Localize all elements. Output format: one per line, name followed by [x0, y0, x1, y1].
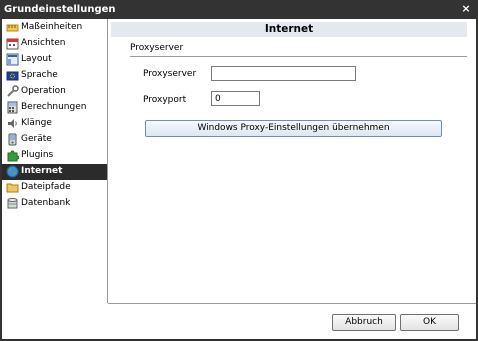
proxyserver-input[interactable]	[211, 66, 356, 81]
sidebar-item-sprache[interactable]: Sprache	[2, 68, 107, 84]
panel-title: Internet	[264, 23, 314, 35]
sidebar-item-label: Berechnungen	[21, 102, 87, 112]
sidebar-item-berechnungen[interactable]: Berechnungen	[2, 100, 107, 116]
section-title: Proxyserver	[130, 43, 184, 53]
folder-icon	[6, 183, 19, 193]
sidebar-item-label: Maßeinheiten	[21, 22, 83, 32]
category-sidebar: Maßeinheiten Ansichten Layout Sprache Op…	[2, 19, 108, 303]
proxyport-input[interactable]	[211, 91, 260, 106]
close-icon[interactable]: ×	[460, 3, 472, 15]
sidebar-item-label: Sprache	[21, 70, 58, 80]
sidebar-item-masseinheiten[interactable]: Maßeinheiten	[2, 20, 107, 36]
title-bar[interactable]: Grundeinstellungen ×	[0, 0, 478, 19]
puzzle-icon	[7, 150, 19, 162]
sidebar-item-label: Geräte	[21, 134, 52, 144]
proxyport-label: Proxyport	[143, 95, 187, 105]
sidebar-item-internet[interactable]: Internet	[2, 164, 107, 180]
speaker-icon	[8, 119, 17, 128]
ruler-icon	[6, 24, 19, 32]
sidebar-item-label: Klänge	[21, 118, 52, 128]
sidebar-item-operation[interactable]: Operation	[2, 84, 107, 100]
window-title: Grundeinstellungen	[4, 4, 116, 15]
sidebar-item-label: Ansichten	[21, 38, 66, 48]
sidebar-item-ansichten[interactable]: Ansichten	[2, 36, 107, 52]
sidebar-item-label: Internet	[21, 166, 63, 176]
settings-dialog: Grundeinstellungen × Maßeinheiten Ansich…	[0, 0, 478, 341]
ok-button[interactable]: OK	[400, 314, 459, 331]
sidebar-item-label: Dateipfade	[21, 182, 71, 192]
device-icon	[8, 133, 17, 146]
calendar-icon	[6, 38, 19, 50]
dialog-body: Maßeinheiten Ansichten Layout Sprache Op…	[2, 19, 476, 339]
proxyserver-label: Proxyserver	[143, 69, 197, 79]
sidebar-item-label: Datenbank	[21, 198, 71, 208]
globe-icon	[6, 165, 19, 178]
database-icon	[7, 198, 18, 209]
sidebar-item-label: Operation	[21, 86, 66, 96]
sidebar-item-geraete[interactable]: Geräte	[2, 132, 107, 148]
sidebar-item-label: Layout	[21, 54, 52, 64]
apply-windows-proxy-button[interactable]: Windows Proxy-Einstellungen übernehmen	[145, 120, 442, 137]
sidebar-item-dateipfade[interactable]: Dateipfade	[2, 180, 107, 196]
sidebar-item-label: Plugins	[21, 150, 54, 160]
calculator-icon	[7, 101, 18, 114]
sidebar-item-datenbank[interactable]: Datenbank	[2, 196, 107, 212]
layout-icon	[6, 53, 19, 66]
flag-icon	[6, 71, 19, 81]
sidebar-item-plugins[interactable]: Plugins	[2, 148, 107, 164]
panel-header: Internet	[111, 22, 467, 37]
sidebar-item-klaenge[interactable]: Klänge	[2, 116, 107, 132]
footer-divider	[108, 303, 476, 304]
cancel-button[interactable]: Abbruch	[332, 314, 396, 331]
sidebar-item-layout[interactable]: Layout	[2, 52, 107, 68]
section-divider	[130, 56, 467, 57]
wrench-icon	[7, 85, 19, 97]
